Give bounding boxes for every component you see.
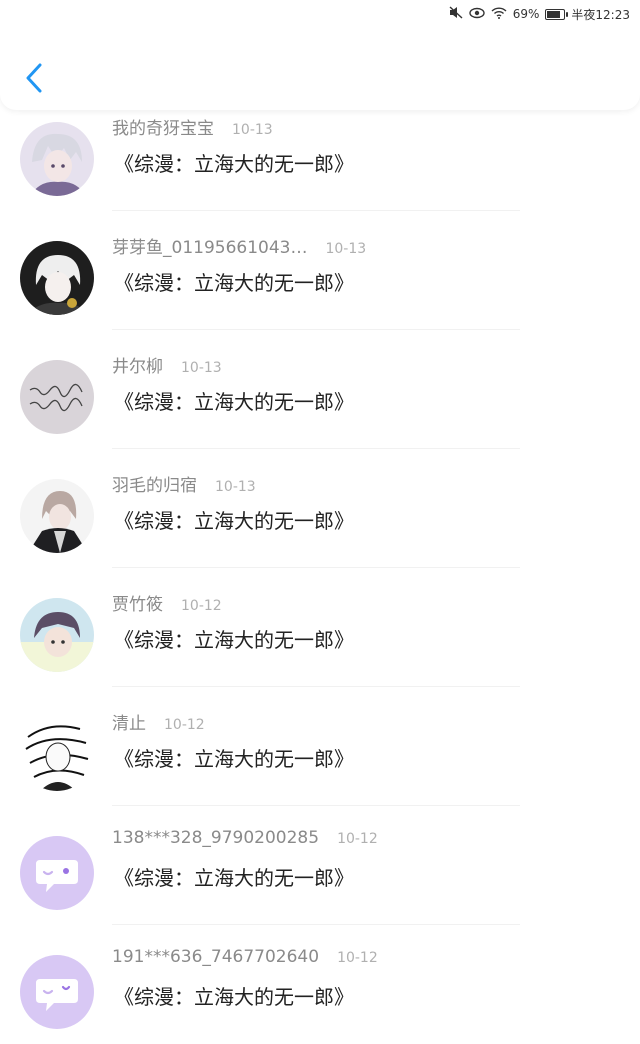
item-title[interactable]: 《综漫：立海大的无一郎》 xyxy=(114,505,354,534)
item-meta: 羽毛的归宿 10-13 xyxy=(112,471,256,496)
username[interactable]: 138***328_9790200285 xyxy=(112,828,319,848)
chat-bubble-icon xyxy=(20,955,94,1029)
avatar[interactable] xyxy=(20,836,94,910)
item-meta: 井尔柳 10-13 xyxy=(112,352,222,377)
item-meta: 191***636_7467702640 10-12 xyxy=(112,947,378,967)
list-item[interactable]: 清止 10-12 《综漫：立海大的无一郎》 xyxy=(0,687,640,806)
item-title[interactable]: 《综漫：立海大的无一郎》 xyxy=(114,743,354,772)
list-item[interactable]: 191***636_7467702640 10-12 《综漫：立海大的无一郎》 xyxy=(0,925,640,1044)
avatar[interactable] xyxy=(20,479,94,553)
date: 10-13 xyxy=(215,479,256,495)
mute-icon xyxy=(449,6,463,22)
date: 10-12 xyxy=(337,831,378,847)
username[interactable]: 清止 xyxy=(112,709,146,734)
date: 10-12 xyxy=(164,717,205,733)
date: 10-12 xyxy=(181,598,222,614)
status-time: 半夜12:23 xyxy=(571,7,630,22)
avatar[interactable] xyxy=(20,241,94,315)
username[interactable]: 贾竹筱 xyxy=(112,590,163,615)
list-item[interactable]: 芽芽鱼_01195661043… 10-13 《综漫：立海大的无一郎》 xyxy=(0,211,640,330)
item-title[interactable]: 《综漫：立海大的无一郎》 xyxy=(114,267,354,296)
item-title[interactable]: 《综漫：立海大的无一郎》 xyxy=(114,148,354,177)
avatar[interactable] xyxy=(20,598,94,672)
chevron-left-icon xyxy=(26,63,42,93)
avatar[interactable] xyxy=(20,955,94,1029)
username[interactable]: 我的奇犽宝宝 xyxy=(112,114,214,139)
date: 10-13 xyxy=(232,122,273,138)
avatar[interactable] xyxy=(20,122,94,196)
battery-percent: 69% xyxy=(512,7,540,21)
item-meta: 138***328_9790200285 10-12 xyxy=(112,828,378,848)
item-title[interactable]: 《综漫：立海大的无一郎》 xyxy=(114,624,354,653)
avatar[interactable] xyxy=(20,360,94,434)
list-item[interactable]: 贾竹筱 10-12 《综漫：立海大的无一郎》 xyxy=(0,568,640,687)
item-meta: 我的奇犽宝宝 10-13 xyxy=(112,114,273,139)
eye-icon xyxy=(469,7,485,22)
battery-icon xyxy=(545,8,569,20)
username[interactable]: 羽毛的归宿 xyxy=(112,471,197,496)
item-title[interactable]: 《综漫：立海大的无一郎》 xyxy=(114,386,354,415)
username[interactable]: 井尔柳 xyxy=(112,352,163,377)
avatar[interactable] xyxy=(20,717,94,791)
chat-bubble-icon xyxy=(20,836,94,910)
wifi-icon xyxy=(491,6,507,22)
item-meta: 芽芽鱼_01195661043… 10-13 xyxy=(112,233,366,258)
item-title[interactable]: 《综漫：立海大的无一郎》 xyxy=(114,981,354,1010)
date: 10-13 xyxy=(181,360,222,376)
item-meta: 清止 10-12 xyxy=(112,709,205,734)
back-button[interactable] xyxy=(18,58,50,98)
date: 10-13 xyxy=(325,241,367,257)
list-item[interactable]: 138***328_9790200285 10-12 《综漫：立海大的无一郎》 xyxy=(0,806,640,925)
username[interactable]: 芽芽鱼_01195661043… xyxy=(112,233,307,258)
item-title[interactable]: 《综漫：立海大的无一郎》 xyxy=(114,862,354,891)
comment-list: 我的奇犽宝宝 10-13 《综漫：立海大的无一郎》 芽芽鱼_0119566104… xyxy=(0,92,640,1044)
status-bar: 69% 半夜12:23 xyxy=(0,0,640,28)
date: 10-12 xyxy=(337,950,378,966)
item-meta: 贾竹筱 10-12 xyxy=(112,590,222,615)
list-item[interactable]: 井尔柳 10-13 《综漫：立海大的无一郎》 xyxy=(0,330,640,449)
list-item[interactable]: 羽毛的归宿 10-13 《综漫：立海大的无一郎》 xyxy=(0,449,640,568)
username[interactable]: 191***636_7467702640 xyxy=(112,947,319,967)
